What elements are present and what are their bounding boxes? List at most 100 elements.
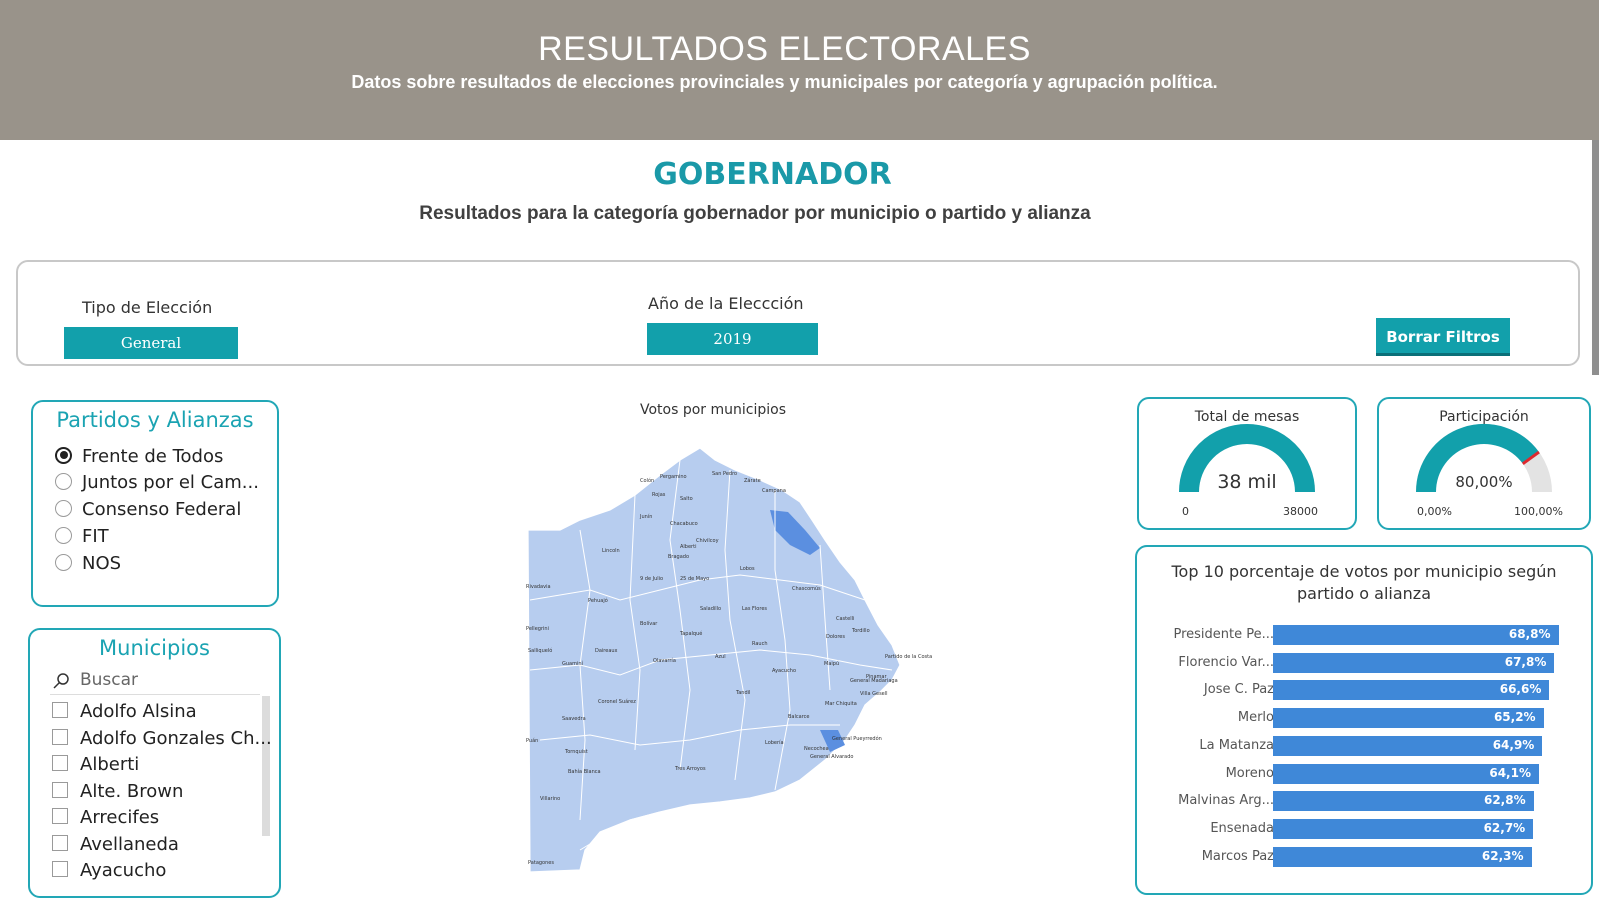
radio-unselected-icon: [55, 553, 72, 571]
map-label: Junín: [639, 513, 652, 520]
map-label: Pergamino: [660, 474, 687, 480]
map-label: Lobos: [740, 566, 755, 572]
municipios-search[interactable]: Buscar: [50, 670, 260, 695]
bar[interactable]: 62,7%: [1273, 818, 1534, 839]
kpi-total-mesas[interactable]: Total de mesas 38 mil 0 38000: [1137, 397, 1357, 530]
province-shape: [527, 447, 901, 873]
radio-juntos-por-el-cambio[interactable]: Juntos por el Cam...: [55, 471, 259, 495]
anio-eleccion-label: Año de la Eleccción: [648, 294, 804, 313]
radio-fit[interactable]: FIT: [55, 525, 109, 549]
map-label: Salto: [680, 496, 693, 502]
radio-unselected-icon: [55, 472, 72, 490]
bar-value-label: 65,2%: [1493, 710, 1536, 725]
map-label: Tapalqué: [679, 630, 702, 637]
map-label: Tandil: [735, 690, 750, 696]
map-label: General Madariaga: [850, 678, 898, 684]
checkbox-icon: [52, 702, 68, 718]
map-label: Rojas: [652, 492, 666, 498]
municipio-item[interactable]: Arrecifes: [52, 806, 159, 830]
map-label: Bragado: [668, 554, 689, 560]
radio-selected-icon: [55, 446, 72, 464]
checkbox-icon: [52, 861, 68, 877]
map-label: Saladillo: [700, 606, 721, 612]
kpi-participacion-min: 0,00%: [1417, 505, 1452, 518]
map-label: Zárate: [744, 477, 761, 484]
tipo-eleccion-label: Tipo de Elección: [82, 298, 213, 317]
map-label: 25 de Mayo: [680, 576, 709, 582]
bar-category-label: Marcos Paz: [1201, 848, 1274, 864]
map-label: Pehuajó: [588, 597, 608, 604]
bar[interactable]: 67,8%: [1273, 652, 1555, 673]
bar[interactable]: 64,1%: [1273, 763, 1539, 784]
bar[interactable]: 66,6%: [1273, 680, 1550, 701]
bar-value-label: 62,7%: [1483, 820, 1526, 835]
map-label: Castelli: [836, 616, 854, 622]
category-title: GOBERNADOR: [653, 157, 892, 192]
map-label: Ayacucho: [772, 668, 796, 674]
map-label: Balcarce: [788, 714, 809, 720]
bar[interactable]: 62,3%: [1273, 846, 1532, 867]
anio-eleccion-slicer[interactable]: 2019: [647, 323, 818, 355]
bar-value-label: 62,3%: [1481, 848, 1524, 863]
municipios-scrollbar[interactable]: [262, 696, 270, 836]
map-label: Chacabuco: [670, 521, 698, 527]
bar-category-label: Florencio Var...: [1178, 654, 1274, 670]
kpi-mesas-value: 38 mil: [1217, 471, 1277, 493]
checkbox-icon: [52, 808, 68, 824]
partidos-title: Partidos y Alianzas: [56, 408, 254, 432]
map-label: Salliqueló: [528, 647, 552, 654]
map-label: Bolívar: [640, 620, 658, 627]
map-label: 9 de Julio: [640, 576, 663, 582]
map-label: Puán: [526, 737, 538, 744]
kpi-participacion[interactable]: Participación 80,00% 0,00% 100,00%: [1377, 397, 1591, 530]
map-label: Alberti: [680, 544, 696, 550]
map-label: Necochea: [804, 746, 829, 752]
map-label: Olavarría: [653, 657, 676, 664]
bar-category-label: Ensenada: [1210, 820, 1274, 836]
map-label: Maipú: [824, 660, 839, 667]
bar[interactable]: 64,9%: [1273, 735, 1543, 756]
bar-category-label: Jose C. Paz: [1203, 682, 1274, 698]
bar-category-label: Presidente Pe...: [1173, 627, 1274, 642]
bar-value-label: 66,6%: [1499, 682, 1542, 697]
search-icon: [53, 673, 69, 689]
radio-unselected-icon: [55, 499, 72, 517]
bar[interactable]: 62,8%: [1273, 791, 1534, 812]
checkbox-icon: [52, 835, 68, 851]
map-label: Tordillo: [851, 628, 870, 634]
map-label: Dolores: [826, 634, 845, 640]
clear-filters-button[interactable]: Borrar Filtros: [1376, 318, 1510, 356]
map-label: Las Flores: [742, 606, 767, 612]
category-subtitle: Resultados para la categoría gobernador …: [419, 203, 1091, 224]
radio-nos[interactable]: NOS: [55, 552, 121, 576]
municipio-item[interactable]: Alberti: [52, 753, 139, 777]
report-subtitle: Datos sobre resultados de elecciones pro…: [351, 72, 1218, 92]
bar-value-label: 64,1%: [1489, 765, 1531, 780]
municipio-item[interactable]: Avellaneda: [52, 833, 179, 857]
map-label: Coronel Suárez: [598, 698, 636, 705]
municipio-item[interactable]: Adolfo Gonzales Ch...: [52, 727, 272, 751]
bar-category-label: Malvinas Arg...: [1178, 793, 1274, 809]
municipios-title: Municipios: [99, 636, 210, 660]
buenos-aires-map[interactable]: Campana San Pedro Zárate Pergamino Colón…: [520, 440, 940, 880]
map-label: Pellegrini: [526, 626, 549, 632]
page-scrollbar[interactable]: [1592, 140, 1599, 375]
map-label: San Pedro: [712, 471, 737, 477]
kpi-participacion-value: 80,00%: [1455, 473, 1513, 491]
municipio-item[interactable]: Alte. Brown: [52, 780, 183, 804]
bar[interactable]: 65,2%: [1273, 708, 1544, 729]
municipios-panel: Municipios Buscar Adolfo Alsina Adolfo G…: [28, 628, 281, 898]
bar[interactable]: 68,8%: [1273, 625, 1559, 645]
kpi-participacion-max: 100,00%: [1514, 505, 1563, 518]
map-label: Lincoln: [602, 548, 620, 554]
report-title: RESULTADOS ELECTORALES: [538, 30, 1031, 68]
map-label: General Alvarado: [810, 754, 853, 760]
municipio-item[interactable]: Adolfo Alsina: [52, 700, 197, 724]
bar-value-label: 68,8%: [1508, 627, 1551, 641]
map-label: Tornquist: [564, 749, 588, 755]
radio-frente-de-todos[interactable]: Frente de Todos: [55, 445, 223, 469]
radio-consenso-federal[interactable]: Consenso Federal: [55, 498, 241, 522]
map-title: Votos por municipios: [640, 402, 787, 418]
municipio-item[interactable]: Ayacucho: [52, 859, 166, 883]
tipo-eleccion-slicer[interactable]: General: [64, 327, 238, 359]
